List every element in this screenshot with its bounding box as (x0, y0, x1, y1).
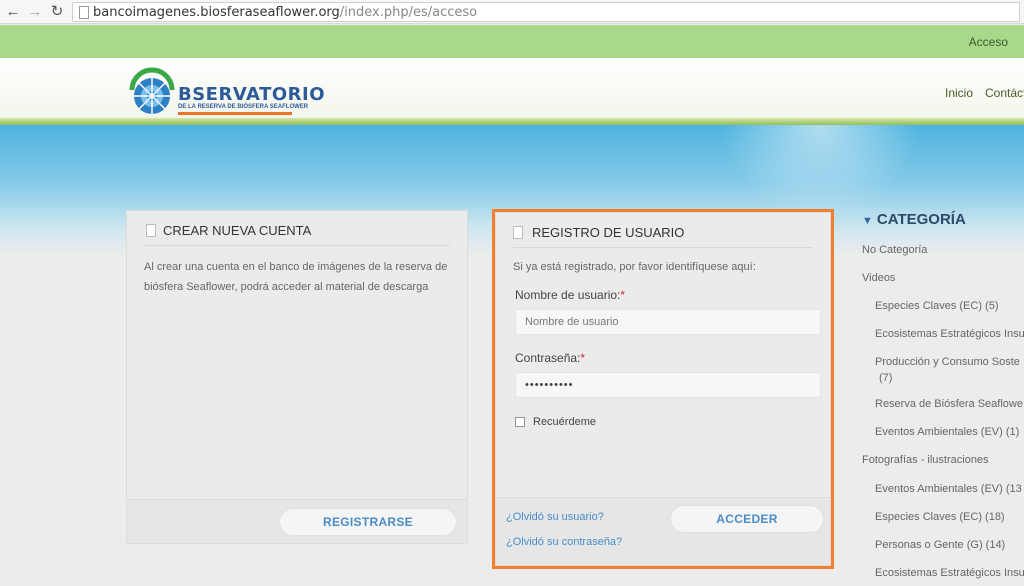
login-button[interactable]: ACCEDER (670, 505, 824, 533)
sun-rays (720, 125, 920, 215)
back-icon[interactable]: ← (4, 3, 22, 21)
category-item[interactable]: Especies Claves (EC) (18) (875, 511, 1005, 523)
url-text: bancoimagenes.biosferaseaflower.org/inde… (93, 5, 478, 20)
category-item[interactable]: Producción y Consumo Soste (875, 356, 1020, 368)
password-input[interactable]: •••••••••• (515, 372, 821, 398)
acceso-link[interactable]: Acceso (969, 35, 1008, 49)
password-label: Contraseña:* (515, 351, 586, 365)
create-account-title: CREAR NUEVA CUENTA (163, 223, 312, 238)
browser-toolbar: ← → ↻ bancoimagenes.biosferaseaflower.or… (0, 0, 1024, 24)
category-item[interactable]: Videos (862, 272, 895, 284)
category-item[interactable]: Especies Claves (EC) (5) (875, 300, 998, 312)
category-item[interactable]: Personas o Gente (G) (14) (875, 539, 1005, 551)
logo-wheel-icon (129, 67, 175, 114)
category-item[interactable]: No Categoría (862, 244, 927, 256)
panel-divider (144, 245, 450, 246)
create-account-text: Al crear una cuenta en el banco de imáge… (144, 261, 448, 293)
document-icon (513, 226, 523, 239)
page-icon (79, 6, 89, 19)
menu-item-inicio[interactable]: Inicio (945, 86, 973, 100)
create-account-footer: REGISTRARSE (127, 499, 467, 543)
login-intro: Si ya está registrado, por favor identif… (513, 261, 756, 273)
top-bar: Acceso (0, 25, 1024, 58)
username-input[interactable]: Nombre de usuario (515, 309, 821, 335)
forgot-password-link[interactable]: ¿Olvidó su contraseña? (506, 536, 622, 548)
site-logo[interactable]: BSERVATORIO DE LA RESERVA DE BIÓSFERA SE… (126, 64, 325, 120)
logo-subtitle: DE LA RESERVA DE BIÓSFERA SEAFLOWER (178, 104, 309, 110)
category-heading: ▼ CATEGORÍA (862, 211, 966, 228)
logo-title: BSERVATORIO (178, 84, 326, 105)
caret-down-icon: ▼ (862, 215, 873, 227)
login-title: REGISTRO DE USUARIO (532, 225, 685, 240)
panel-divider (513, 247, 813, 248)
category-item[interactable]: Eventos Ambientales (EV) (1) (875, 426, 1019, 438)
document-icon (146, 224, 156, 237)
category-item[interactable]: Ecosistemas Estratégicos Insu (875, 328, 1024, 340)
address-bar[interactable]: bancoimagenes.biosferaseaflower.org/inde… (72, 2, 1020, 22)
create-account-panel: CREAR NUEVA CUENTA Al crear una cuenta e… (126, 210, 468, 544)
menu-item-contact[interactable]: Contáct (985, 86, 1024, 100)
remember-label: Recuérdeme (533, 416, 596, 428)
forward-icon[interactable]: → (26, 3, 44, 21)
reload-icon[interactable]: ↻ (48, 3, 66, 21)
category-item[interactable]: Fotografías - ilustraciones (862, 454, 989, 466)
category-count[interactable]: (7) (879, 372, 892, 384)
username-label: Nombre de usuario:* (515, 288, 626, 302)
remember-checkbox[interactable] (515, 417, 525, 427)
register-button[interactable]: REGISTRARSE (279, 508, 457, 536)
forgot-username-link[interactable]: ¿Olvidó su usuario? (506, 511, 604, 523)
category-item[interactable]: Ecosistemas Estratégicos Insu (875, 567, 1024, 579)
category-item[interactable]: Eventos Ambientales (EV) (13 (875, 483, 1022, 495)
login-footer: ¿Olvidó su usuario? ¿Olvidó su contraseñ… (496, 497, 830, 565)
login-panel: REGISTRO DE USUARIO Si ya está registrad… (495, 212, 831, 566)
category-item[interactable]: Reserva de Biósfera Seaflowe (875, 398, 1023, 410)
logo-bar (178, 112, 292, 115)
